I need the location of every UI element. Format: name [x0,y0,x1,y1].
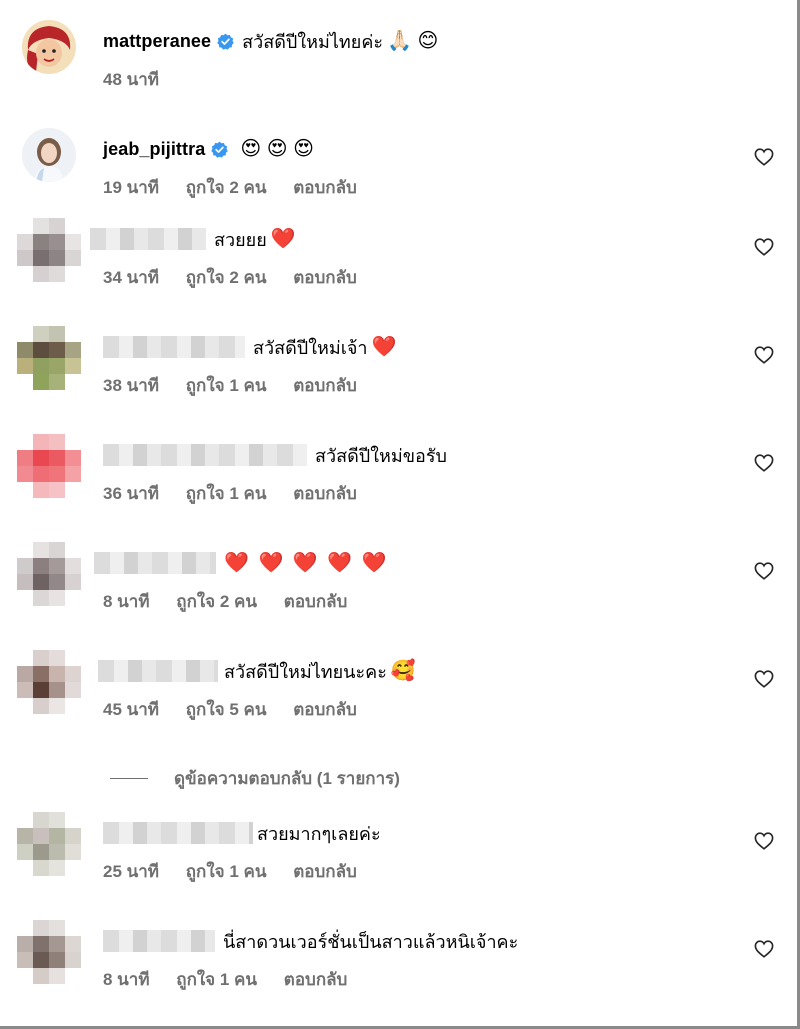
comment-time: 19 นาที [103,178,160,197]
heart-outline-icon[interactable] [754,562,774,580]
comment-text: สวัสดีปีใหม่ไทยนะคะ [224,661,387,682]
comment-line: mattperanee สวัสดีปีใหม่ไทยค่ะ 🙏🏻 😊 [103,26,438,56]
reply-button[interactable]: ตอบกลับ [284,970,348,989]
likes-count[interactable]: ถูกใจ 1 คน [176,970,257,989]
comment-line: สวัสดีปีใหม่เจ้า ❤️ [103,332,396,362]
avatar[interactable] [17,920,81,984]
avatar[interactable] [22,20,76,74]
heart-outline-icon[interactable] [754,832,774,850]
comment-line: นี่สาดวนเวอร์ชั่นเป็นสาวแล้วหนิเจ้าคะ [103,926,522,956]
comment-text: นี่สาดวนเวอร์ชั่นเป็นสาวแล้วหนิเจ้าคะ [223,931,519,952]
comment-meta: 8 นาที ถูกใจ 1 คน ตอบกลับ [103,966,369,993]
comment-emoji: ❤️ [371,336,397,358]
comment-meta: 25 นาที ถูกใจ 1 คน ตอบกลับ [103,858,379,885]
comment-time: 38 นาที [103,376,160,395]
likes-count[interactable]: ถูกใจ 1 คน [186,484,267,503]
comment-line: jeab_pijittra 😍 😍 😍 [103,134,314,164]
avatar[interactable] [17,812,81,876]
reply-button[interactable]: ตอบกลับ [293,700,357,719]
likes-count[interactable]: ถูกใจ 1 คน [186,376,267,395]
username-link[interactable]: jeab_pijittra [103,139,205,160]
comment-meta: 34 นาที ถูกใจ 2 คน ตอบกลับ [103,264,379,291]
avatar[interactable] [17,542,81,606]
comment-item: สวยยย ❤️ 34 นาที ถูกใจ 2 คน ตอบกลับ [0,218,790,308]
avatar[interactable] [17,650,81,714]
comment-time: 36 นาที [103,484,160,503]
comment-time: 8 นาที [103,592,150,611]
likes-count[interactable]: ถูกใจ 5 คน [186,700,267,719]
likes-count[interactable]: ถูกใจ 1 คน [186,862,267,881]
verified-badge-icon [211,141,229,158]
heart-outline-icon[interactable] [754,238,774,256]
comment-emoji: 🙏🏻 😊 [387,30,439,52]
comment-text: สวยยย [214,229,267,250]
comment-line: สวัสดีปีใหม่ขอรับ [103,440,451,470]
reply-button[interactable]: ตอบกลับ [293,376,357,395]
comment-text: สวัสดีปีใหม่เจ้า [253,337,368,358]
comment-line: สวยยย ❤️ [90,224,296,254]
comment-item: ❤️ ❤️ ❤️ ❤️ ❤️ 8 นาที ถูกใจ 2 คน ตอบกลับ [0,542,790,632]
heart-outline-icon[interactable] [754,148,774,166]
likes-count[interactable]: ถูกใจ 2 คน [186,268,267,287]
avatar[interactable] [17,326,81,390]
comment-meta: 48 นาที [103,66,181,93]
blurred-username [103,930,215,952]
username-link[interactable]: mattperanee [103,31,211,52]
comment-item: สวัสดีปีใหม่เจ้า ❤️ 38 นาที ถูกใจ 1 คน ต… [0,326,790,416]
comment-item: jeab_pijittra 😍 😍 😍 19 นาที ถูกใจ 2 คน ต… [0,128,790,218]
verified-badge-icon [217,33,234,50]
blurred-username [103,336,245,358]
comment-meta: 45 นาที ถูกใจ 5 คน ตอบกลับ [103,696,379,723]
comment-emoji: 😍 😍 😍 [240,138,315,160]
comment-line: สวัสดีปีใหม่ไทยนะคะ 🥰 [98,656,416,686]
comment-item: สวัสดีปีใหม่ขอรับ 36 นาที ถูกใจ 1 คน ตอบ… [0,434,790,524]
blurred-username [94,552,216,574]
comment-emoji: ❤️ [270,228,296,250]
reply-button[interactable]: ตอบกลับ [293,862,357,881]
heart-outline-icon[interactable] [754,346,774,364]
reply-button[interactable]: ตอบกลับ [293,268,357,287]
heart-outline-icon[interactable] [754,940,774,958]
heart-outline-icon[interactable] [754,670,774,688]
comment-item: สวยมากๆเลยค่ะ 25 นาที ถูกใจ 1 คน ตอบกลับ [0,812,790,902]
blurred-username [90,228,206,250]
comment-time: 48 นาที [103,70,160,89]
comment-item: นี่สาดวนเวอร์ชั่นเป็นสาวแล้วหนิเจ้าคะ 8 … [0,920,790,1010]
comment-time: 8 นาที [103,970,150,989]
avatar[interactable] [22,128,76,182]
avatar[interactable] [17,218,81,282]
comment-line: สวยมากๆเลยค่ะ [103,818,385,848]
comment-meta: 19 นาที ถูกใจ 2 คน ตอบกลับ [103,174,379,201]
heart-outline-icon[interactable] [754,454,774,472]
comment-time: 34 นาที [103,268,160,287]
replies-divider [110,777,148,780]
comment-text: สวัสดีปีใหม่ไทยค่ะ [242,31,384,52]
comment-time: 45 นาที [103,700,160,719]
comment-text: สวัสดีปีใหม่ขอรับ [315,445,447,466]
blurred-username [103,822,253,844]
comment-meta: 8 นาที ถูกใจ 2 คน ตอบกลับ [103,588,369,615]
comment-emoji: 🥰 [390,660,416,682]
view-replies-label: ดูข้อความตอบกลับ (1 รายการ) [174,769,400,788]
comment-time: 25 นาที [103,862,160,881]
reply-button[interactable]: ตอบกลับ [284,592,348,611]
avatar[interactable] [17,434,81,498]
reply-button[interactable]: ตอบกลับ [293,178,357,197]
comment-meta: 36 นาที ถูกใจ 1 คน ตอบกลับ [103,480,379,507]
comment-meta: 38 นาที ถูกใจ 1 คน ตอบกลับ [103,372,379,399]
comment-emoji: ❤️ ❤️ ❤️ ❤️ ❤️ [224,552,389,574]
blurred-username [103,444,307,466]
comment-item: สวัสดีปีใหม่ไทยนะคะ 🥰 45 นาที ถูกใจ 5 คน… [0,650,790,740]
comment-item: mattperanee สวัสดีปีใหม่ไทยค่ะ 🙏🏻 😊 48 น… [0,20,790,110]
reply-button[interactable]: ตอบกลับ [293,484,357,503]
blurred-username [98,660,218,682]
likes-count[interactable]: ถูกใจ 2 คน [186,178,267,197]
comment-text: สวยมากๆเลยค่ะ [257,823,381,844]
view-replies-button[interactable]: ดูข้อความตอบกลับ (1 รายการ) [110,765,400,792]
likes-count[interactable]: ถูกใจ 2 คน [176,592,257,611]
comment-line: ❤️ ❤️ ❤️ ❤️ ❤️ [94,548,389,578]
